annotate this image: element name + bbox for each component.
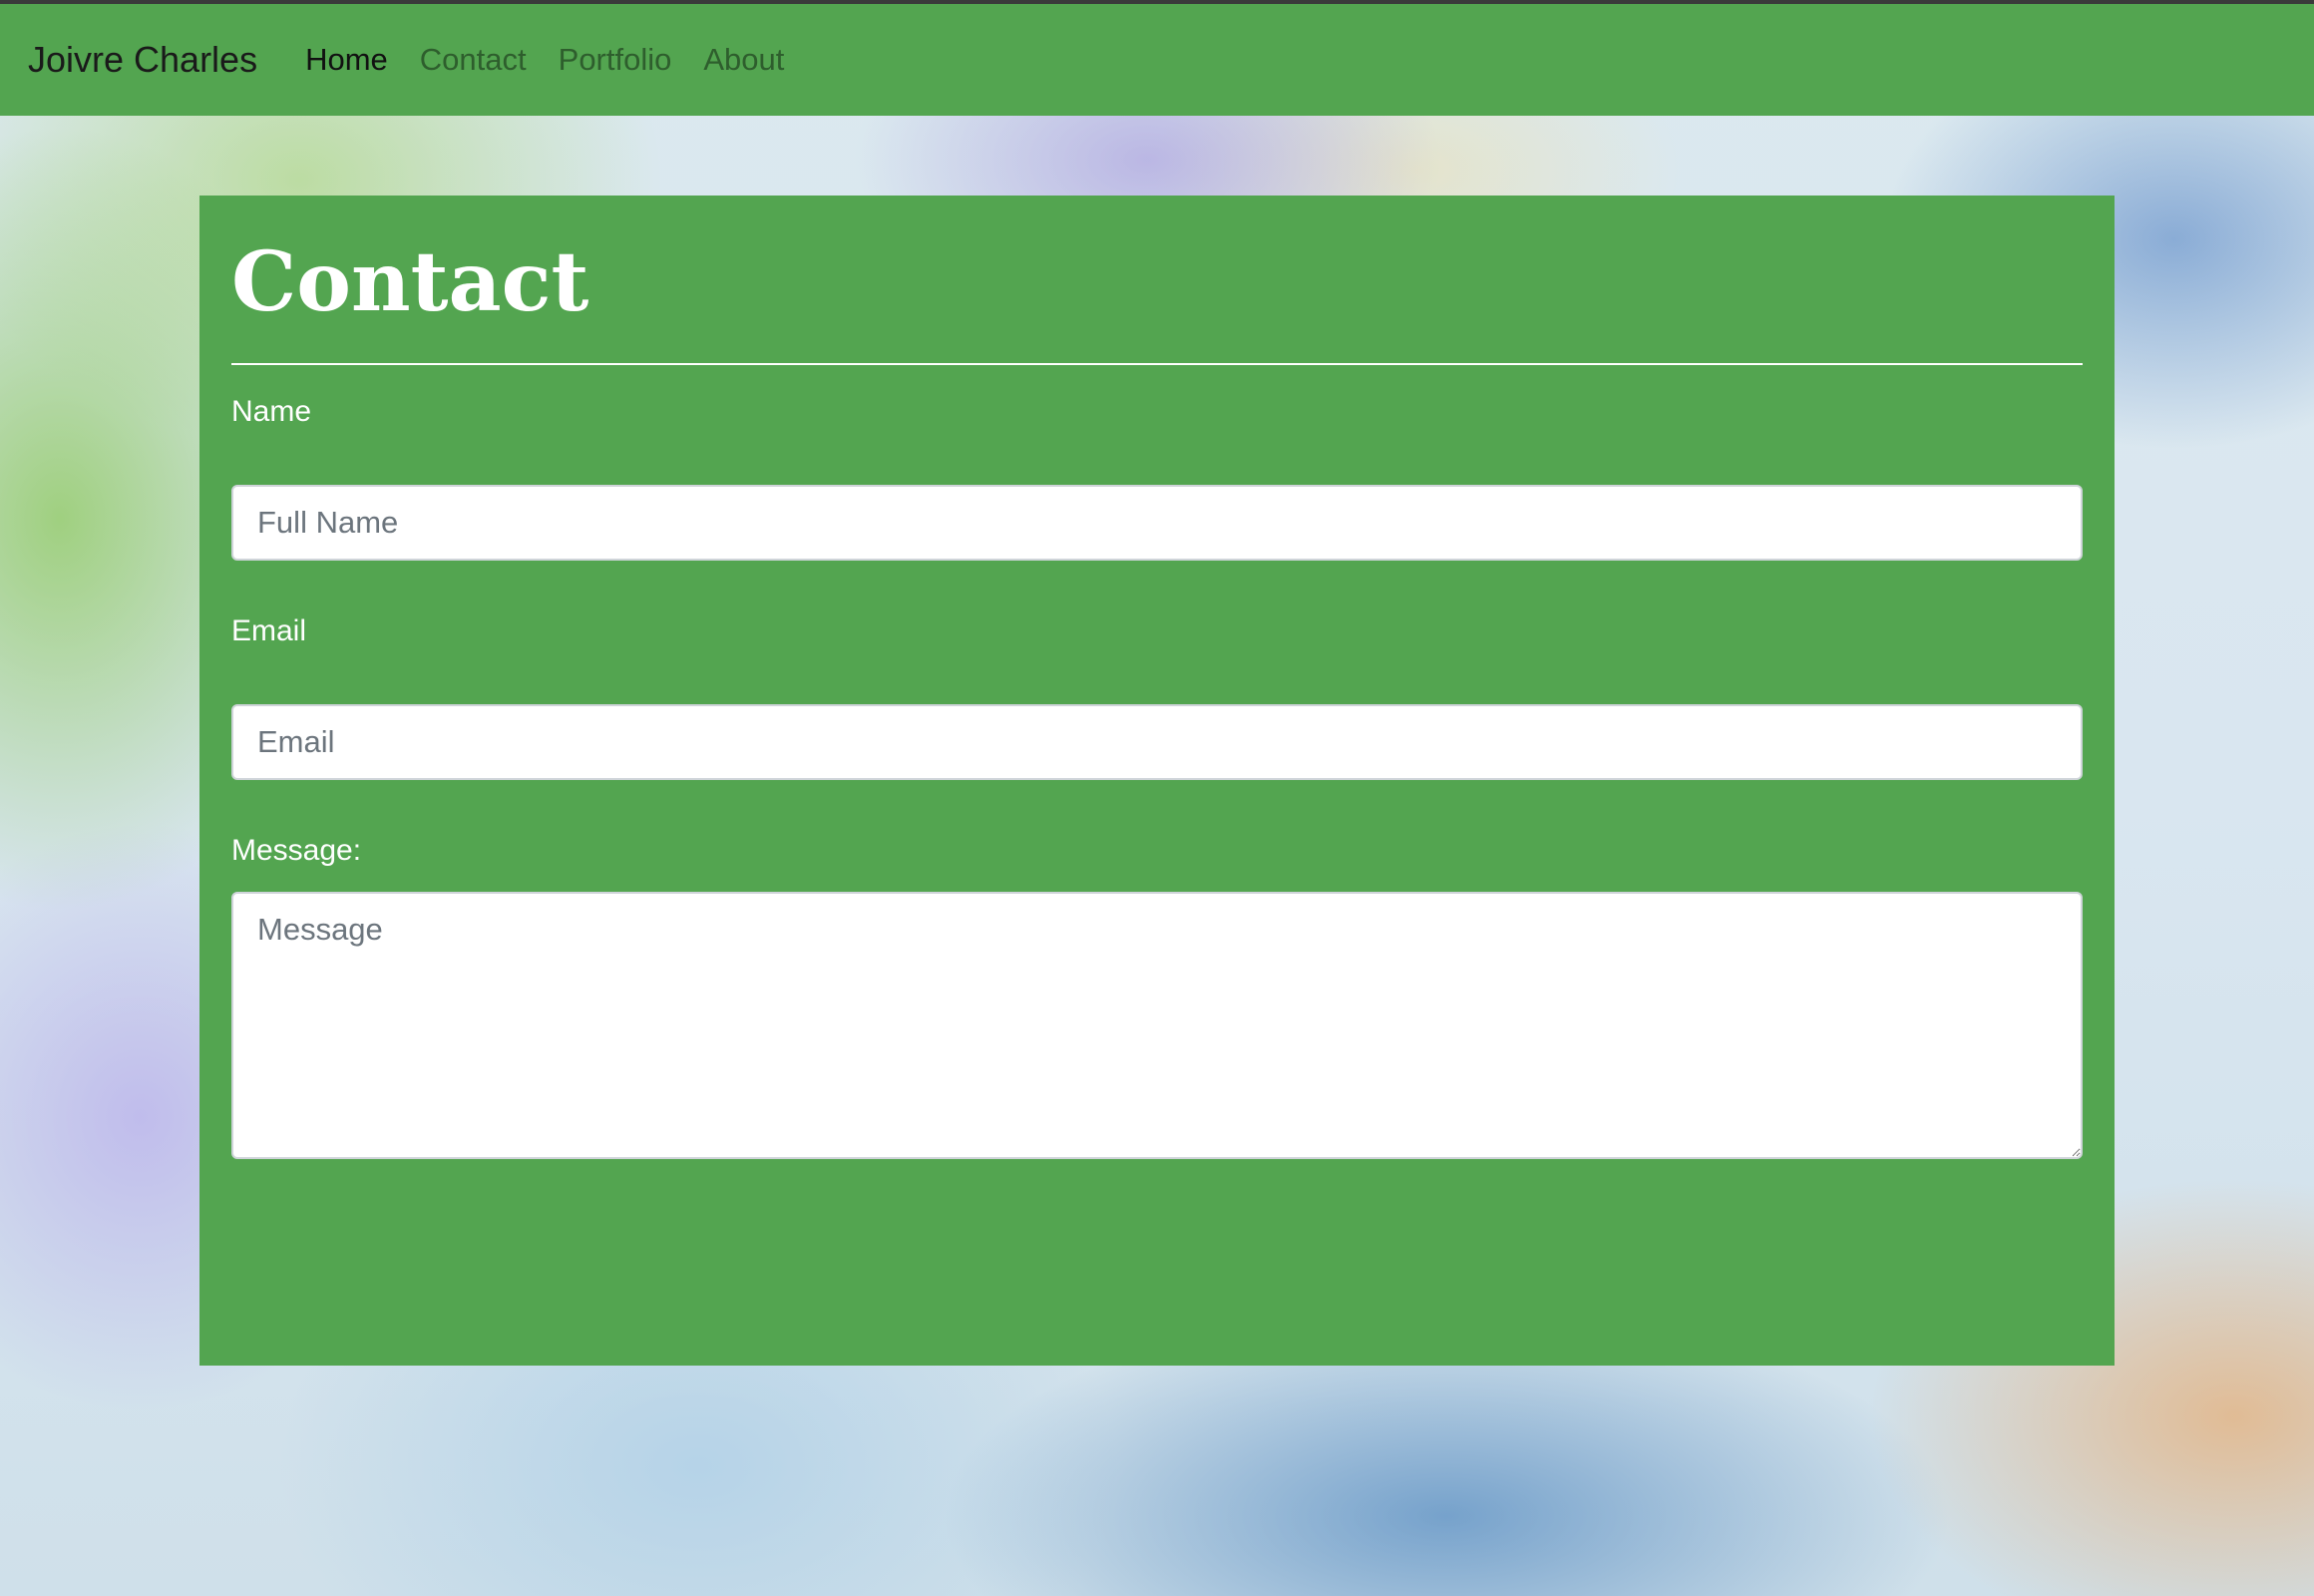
email-input[interactable] [231, 704, 2083, 780]
nav-link-contact[interactable]: Contact [420, 42, 527, 78]
name-label: Name [231, 395, 312, 428]
contact-card: Contact Name Email Message: [199, 196, 2115, 1366]
name-input[interactable] [231, 485, 2083, 561]
navbar: Joivre Charles Home Contact Portfolio Ab… [0, 4, 2314, 116]
nav-links: Home Contact Portfolio About [305, 42, 816, 78]
brand-link[interactable]: Joivre Charles [28, 39, 257, 81]
title-divider [231, 363, 2083, 365]
message-textarea[interactable] [231, 892, 2083, 1159]
nav-link-about[interactable]: About [703, 42, 784, 78]
page-title: Contact [231, 234, 589, 330]
nav-link-home[interactable]: Home [305, 42, 388, 78]
email-label: Email [231, 614, 307, 647]
nav-link-portfolio[interactable]: Portfolio [559, 42, 672, 78]
message-label: Message: [231, 834, 362, 867]
